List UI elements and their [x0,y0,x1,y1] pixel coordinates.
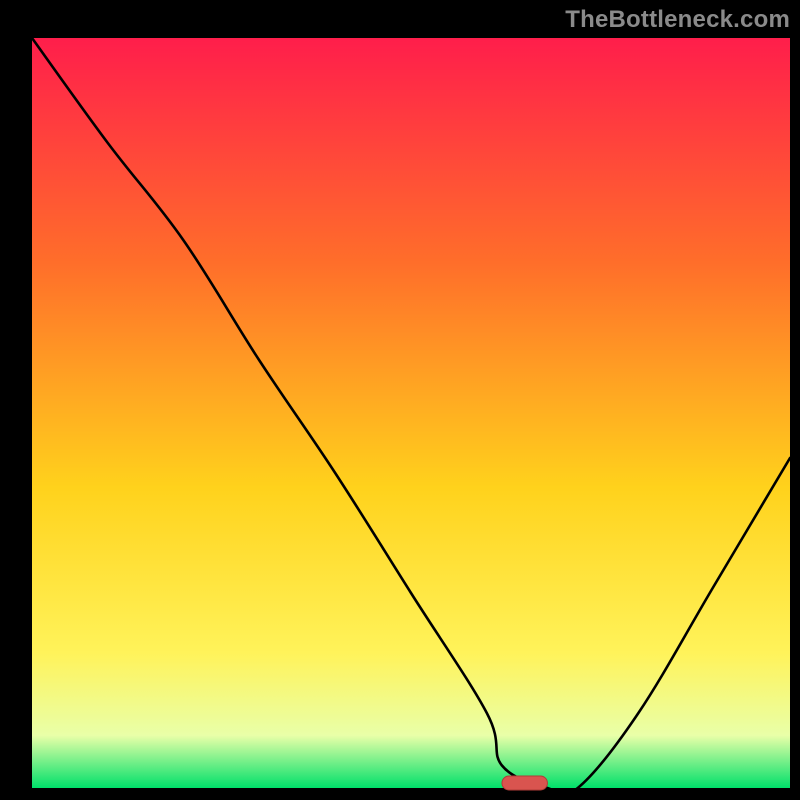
watermark-text: TheBottleneck.com [565,6,790,34]
chart-stage: TheBottleneck.com [0,0,800,800]
optimal-point-marker [502,776,547,790]
chart-background [32,38,790,788]
bottleneck-chart [0,0,800,800]
